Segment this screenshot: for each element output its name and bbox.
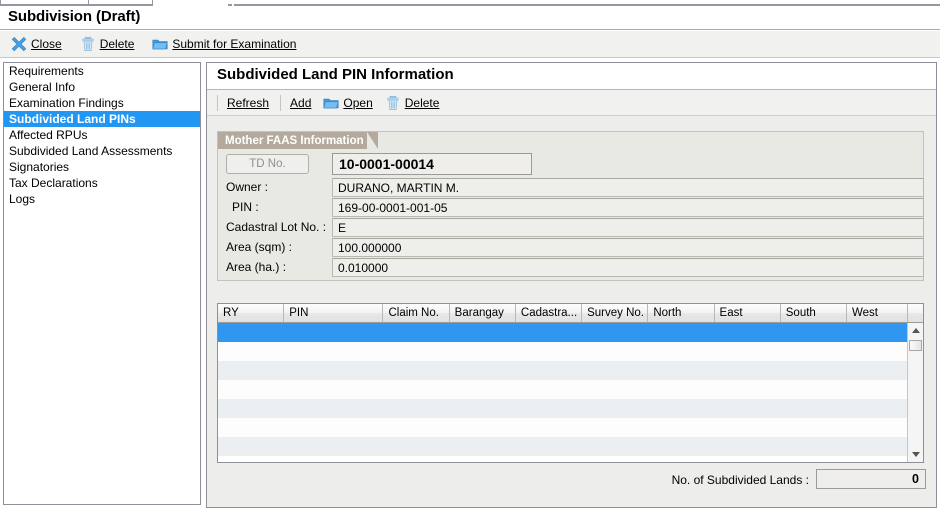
cadastral-lot-no-value[interactable]: E	[332, 218, 924, 237]
folder-icon	[152, 36, 168, 52]
panel-footer: No. of Subdivided Lands : 0	[207, 467, 936, 507]
group-legend-label: Mother FAAS Information	[225, 134, 364, 147]
area-ha-label: Area (ha.) :	[226, 260, 287, 274]
close-button-label: Close	[31, 37, 62, 51]
sidebar-item-requirements[interactable]: Requirements	[4, 63, 200, 79]
panel-toolbar: Refresh Add Open Delete	[207, 90, 936, 116]
add-button[interactable]: Add	[285, 92, 318, 114]
group-legend-slant	[367, 132, 378, 149]
table-header-row: RY PIN Claim No. Barangay Cadastra... Su…	[218, 304, 923, 323]
column-header-east[interactable]: East	[715, 304, 781, 322]
column-header-ry[interactable]: RY	[218, 304, 285, 322]
open-button-label: Open	[343, 95, 373, 110]
column-header-pin[interactable]: PIN	[284, 304, 384, 322]
table-row[interactable]	[218, 342, 907, 361]
scroll-down-arrow-icon[interactable]	[908, 447, 923, 462]
table-row[interactable]	[218, 361, 907, 380]
submit-for-examination-button[interactable]: Submit for Examination	[147, 33, 303, 55]
sidebar-item-signatories[interactable]: Signatories	[4, 159, 200, 175]
column-header-cadastral[interactable]: Cadastra...	[516, 304, 583, 322]
sidebar-item-affected-rpus[interactable]: Affected RPUs	[4, 127, 200, 143]
page-title: Subdivision (Draft)	[8, 8, 141, 25]
sidebar-item-subdivided-land-pins[interactable]: Subdivided Land PINs	[4, 111, 200, 127]
toolbar-separator	[280, 94, 282, 111]
add-button-label: Add	[290, 95, 312, 110]
table-row[interactable]	[218, 418, 907, 437]
grid-delete-button[interactable]: Delete	[380, 92, 447, 114]
table-vertical-scrollbar[interactable]	[907, 323, 923, 462]
subdivided-lands-count-value: 0	[816, 469, 926, 489]
sidebar-item-general-info[interactable]: General Info	[4, 79, 200, 95]
pin-value[interactable]: 169-00-0001-001-05	[332, 198, 924, 217]
subdivided-land-pin-table: RY PIN Claim No. Barangay Cadastra... Su…	[217, 303, 924, 463]
panel-header: Subdivided Land PIN Information	[207, 63, 936, 90]
sidebar-item-examination-findings[interactable]: Examination Findings	[4, 95, 200, 111]
panel-title: Subdivided Land PIN Information	[217, 66, 454, 83]
table-row[interactable]	[218, 323, 907, 342]
column-header-north[interactable]: North	[648, 304, 715, 322]
area-sqm-label: Area (sqm) :	[226, 240, 293, 254]
mother-faas-information-group: Mother FAAS Information TD No. 10-0001-0…	[217, 131, 924, 281]
group-legend-tab: Mother FAAS Information	[218, 132, 367, 149]
column-header-claim-no[interactable]: Claim No.	[383, 304, 450, 322]
toolbar-separator	[217, 94, 218, 111]
refresh-button[interactable]: Refresh	[222, 92, 276, 114]
owner-label: Owner :	[226, 180, 269, 194]
area-sqm-value[interactable]: 100.000000	[332, 238, 924, 257]
scroll-up-arrow-icon[interactable]	[908, 323, 923, 338]
sidebar-item-subdivided-land-assessments[interactable]: Subdivided Land Assessments	[4, 143, 200, 159]
trash-icon	[385, 95, 401, 111]
field-row-pin: PIN : 169-00-0001-001-05	[226, 198, 924, 218]
column-header-barangay[interactable]: Barangay	[450, 304, 516, 322]
td-no-button[interactable]: TD No.	[226, 154, 309, 174]
column-header-south[interactable]: South	[781, 304, 847, 322]
close-button[interactable]: Close	[6, 33, 69, 55]
table-body[interactable]	[218, 323, 907, 462]
td-no-value-field[interactable]: 10-0001-00014	[332, 153, 532, 175]
table-row[interactable]	[218, 399, 907, 418]
area-ha-value[interactable]: 0.010000	[332, 258, 924, 277]
main-toolbar: Close Delete Submit for Examination	[0, 31, 940, 58]
field-row-area-sqm: Area (sqm) : 100.000000	[226, 238, 924, 258]
open-button[interactable]: Open	[318, 92, 379, 114]
submit-for-examination-button-label: Submit for Examination	[172, 37, 297, 51]
table-row[interactable]	[218, 437, 907, 456]
cadastral-lot-no-label: Cadastral Lot No. :	[226, 220, 327, 234]
owner-value[interactable]: DURANO, MARTIN M.	[332, 178, 924, 197]
field-row-cadastral-lot-no: Cadastral Lot No. : E	[226, 218, 924, 238]
column-header-corner	[907, 304, 923, 322]
folder-icon	[323, 95, 339, 111]
close-x-icon	[11, 36, 27, 52]
trash-icon	[80, 36, 96, 52]
content-panel: Subdivided Land PIN Information Refresh …	[206, 62, 937, 508]
column-header-west[interactable]: West	[847, 304, 907, 322]
delete-button[interactable]: Delete	[75, 33, 142, 55]
sidebar-item-logs[interactable]: Logs	[4, 191, 200, 207]
refresh-button-label: Refresh	[227, 95, 270, 110]
sidebar-item-tax-declarations[interactable]: Tax Declarations	[4, 175, 200, 191]
scrollbar-thumb[interactable]	[909, 340, 922, 351]
subdivided-lands-count-label: No. of Subdivided Lands :	[671, 473, 809, 487]
field-row-owner: Owner : DURANO, MARTIN M.	[226, 178, 924, 198]
grid-delete-button-label: Delete	[404, 95, 440, 110]
column-header-survey-no[interactable]: Survey No.	[582, 304, 649, 322]
pin-label: PIN :	[232, 200, 259, 214]
table-row[interactable]	[218, 380, 907, 399]
field-row-area-ha: Area (ha.) : 0.010000	[226, 258, 924, 278]
sidebar-nav-list[interactable]: Requirements General Info Examination Fi…	[3, 62, 201, 505]
window-title-bar: Subdivision (Draft)	[0, 6, 940, 30]
delete-button-label: Delete	[99, 37, 135, 51]
